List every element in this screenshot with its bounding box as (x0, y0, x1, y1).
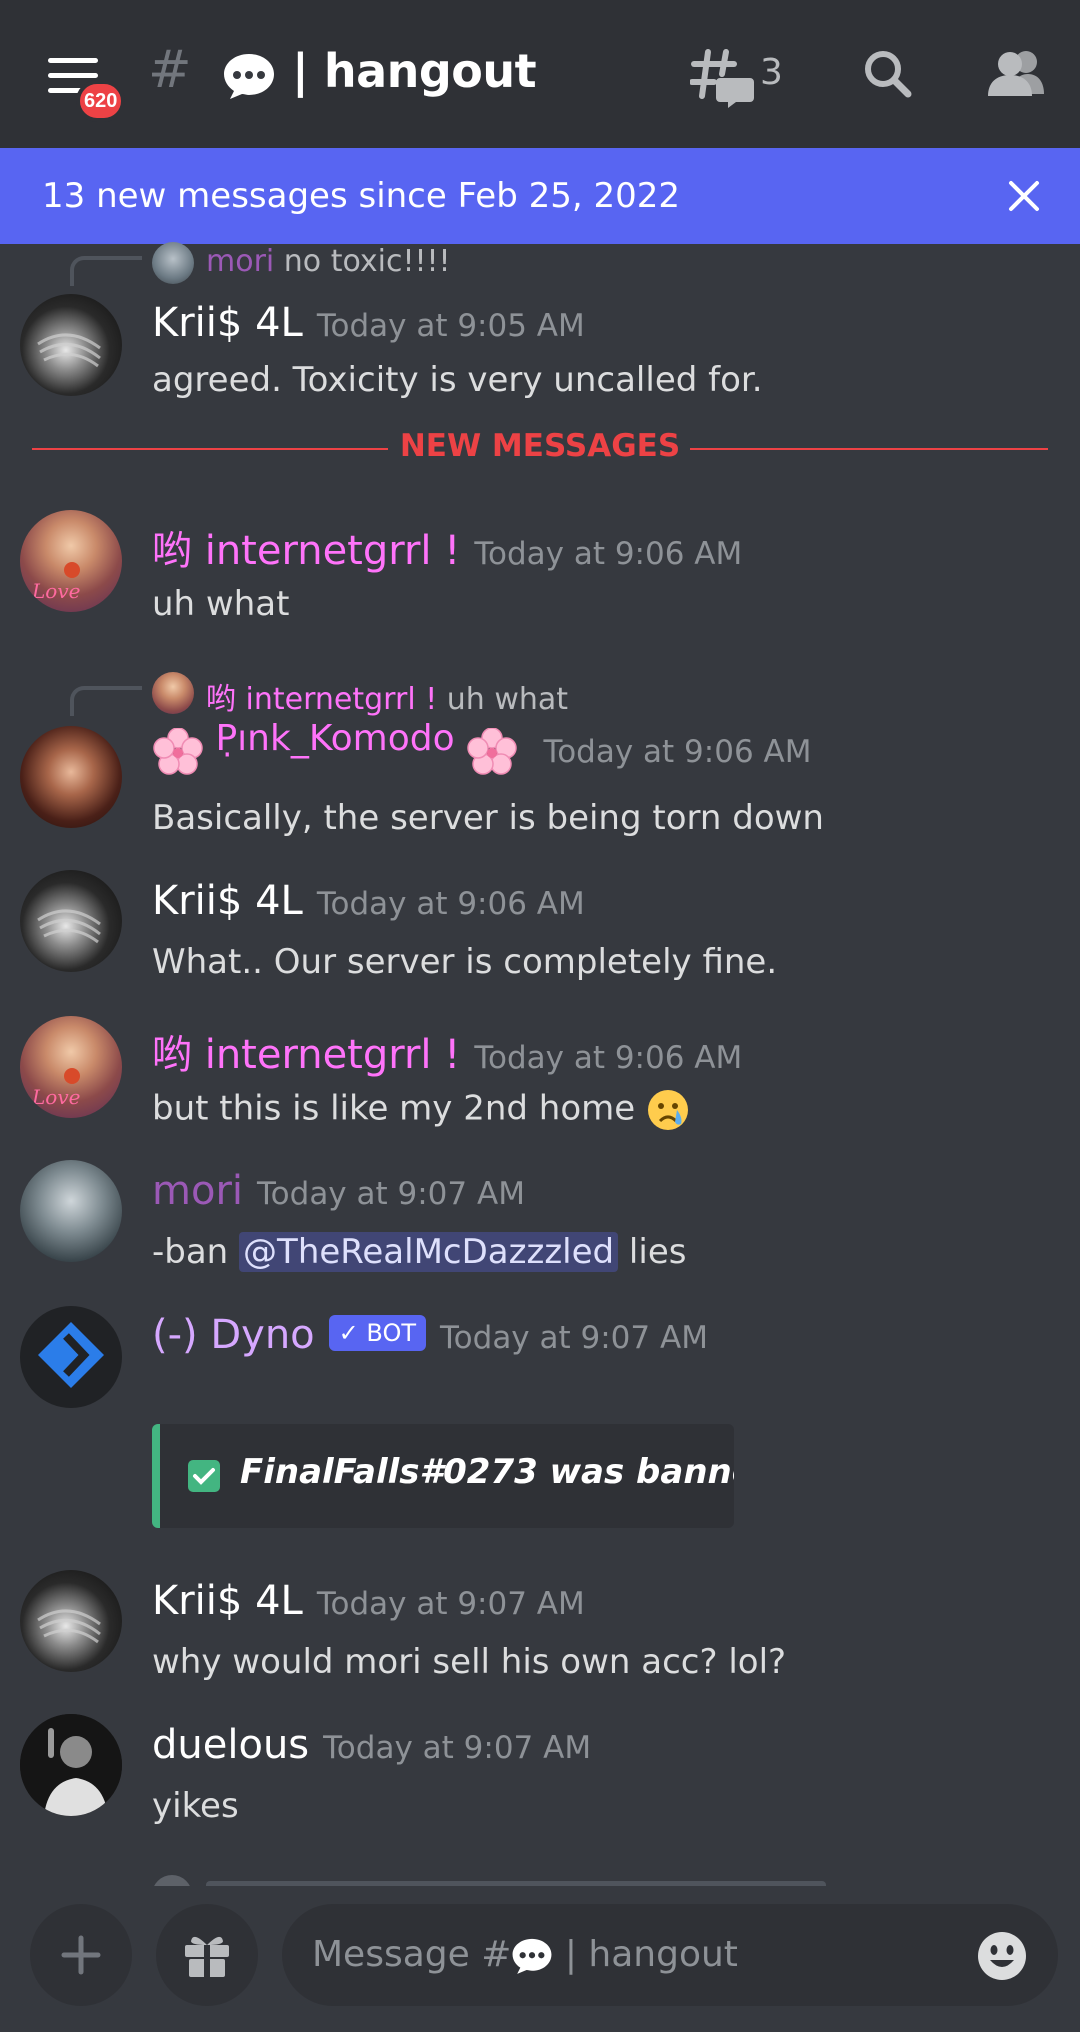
plus-icon (61, 1935, 101, 1975)
threads-icon[interactable] (689, 48, 754, 112)
check-icon (188, 1460, 220, 1492)
reply-author: mori (206, 244, 275, 279)
username[interactable]: 哟 internetgrrl ! (152, 1032, 460, 1078)
message-text: -ban (152, 1232, 229, 1272)
new-messages-label: NEW MESSAGES (399, 428, 681, 464)
timestamp: Today at 9:07 AM (257, 1176, 525, 1212)
cherry-blossom-icon (152, 727, 215, 775)
timestamp: Today at 9:05 AM (316, 308, 585, 344)
user-mention[interactable]: @TheRealMcDazzzled (239, 1232, 619, 1272)
message-text: Basically, the server is being torn down (152, 798, 824, 838)
message-text: lies (628, 1232, 687, 1272)
avatar[interactable] (20, 726, 122, 828)
members-icon[interactable] (986, 48, 1048, 104)
username[interactable]: Krii$ 4L (152, 878, 303, 924)
username[interactable]: 哟 internetgrrl ! (152, 528, 460, 574)
message-text: why would mori sell his own acc? lol? (152, 1642, 787, 1682)
username[interactable]: duelous (152, 1722, 309, 1768)
reply-author: 哟 internetgrrl ! (206, 682, 438, 717)
avatar[interactable] (20, 1306, 122, 1408)
reply-connector (70, 256, 142, 286)
input-placeholder-suffix: | hangout (564, 1934, 738, 1975)
hash-icon: # (148, 40, 192, 100)
message-text: yikes (152, 1786, 239, 1826)
timestamp: Today at 9:06 AM (316, 886, 585, 922)
message-composer: Message # | hangout (0, 1886, 1080, 2032)
username[interactable]: P̣ınk_Komodo (215, 718, 454, 759)
add-attachment-button[interactable] (30, 1904, 132, 2006)
reply-preview[interactable]: mori no toxic!!!! (0, 240, 1080, 286)
timestamp: Today at 9:06 AM (474, 536, 743, 572)
message-input[interactable]: Message # | hangout (282, 1904, 1058, 2006)
username[interactable]: (-) Dyno (152, 1312, 315, 1358)
avatar (152, 672, 194, 714)
cherry-blossom-icon (455, 727, 530, 775)
avatar[interactable]: Love (20, 510, 122, 612)
avatar[interactable] (20, 870, 122, 972)
avatar[interactable] (20, 294, 122, 396)
avatar[interactable] (20, 1714, 122, 1816)
channel-title: | hangout (292, 44, 537, 98)
new-messages-banner[interactable]: 13 new messages since Feb 25, 2022 (0, 148, 1080, 244)
username[interactable]: Krii$ 4L (152, 1578, 303, 1624)
threads-count: 3 (760, 52, 783, 93)
notification-badge: 620 (76, 80, 126, 122)
reply-connector (70, 686, 142, 716)
reply-text: no toxic!!!! (283, 244, 451, 279)
bot-tag: ✓ BOT (328, 1315, 426, 1351)
embed-text: FinalFalls#0273 was banned (240, 1452, 734, 1492)
message-text: What.. Our server is completely fine. (152, 942, 778, 982)
truncated-message-preview (152, 1872, 872, 1886)
input-placeholder-prefix: Message # (312, 1934, 512, 1975)
timestamp: Today at 9:07 AM (316, 1586, 585, 1622)
speech-bubble-icon (511, 1934, 553, 1975)
reply-text: uh what (446, 682, 569, 717)
gift-button[interactable] (156, 1904, 258, 2006)
gift-icon (185, 1936, 229, 1977)
search-icon[interactable] (862, 48, 914, 104)
message-text: agreed. Toxicity is very uncalled for. (152, 360, 763, 400)
reply-preview[interactable]: 哟 internetgrrl ! uh what (0, 670, 1080, 717)
svg-text:Love: Love (31, 579, 80, 603)
avatar (152, 242, 194, 284)
emoji-icon[interactable] (976, 1930, 1028, 1986)
channel-header: 620 # | hangout 3 (0, 0, 1080, 148)
username[interactable]: Krii$ 4L (152, 300, 303, 346)
avatar[interactable] (20, 1160, 122, 1262)
svg-text:Love: Love (31, 1085, 80, 1109)
username[interactable]: mori (152, 1168, 243, 1214)
message-text: uh what (152, 584, 290, 624)
new-messages-banner-text: 13 new messages since Feb 25, 2022 (42, 176, 681, 216)
speech-bubble-icon (222, 52, 276, 104)
close-icon[interactable] (1008, 180, 1040, 216)
crying-face-icon (646, 1089, 690, 1130)
avatar[interactable]: Love (20, 1016, 122, 1118)
message-text: but this is like my 2nd home (152, 1088, 636, 1129)
timestamp: Today at 9:06 AM (474, 1040, 743, 1076)
avatar[interactable] (20, 1570, 122, 1672)
ban-embed: FinalFalls#0273 was banned (152, 1424, 734, 1528)
timestamp: Today at 9:06 AM (543, 734, 812, 770)
timestamp: Today at 9:07 AM (323, 1730, 592, 1766)
timestamp: Today at 9:07 AM (440, 1320, 708, 1356)
